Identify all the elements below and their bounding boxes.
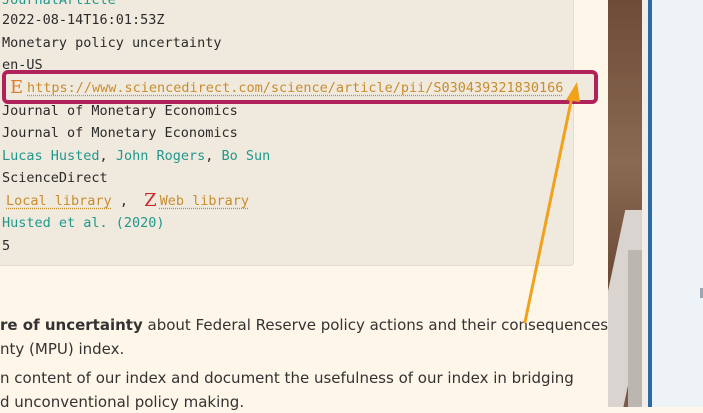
author-link[interactable]: John Rogers bbox=[116, 148, 205, 164]
journal-abbr: Journal of Monetary Economics bbox=[2, 125, 238, 141]
library-catalog: ScienceDirect bbox=[2, 170, 108, 186]
url-highlight-box: E https://www.sciencedirect.com/science/… bbox=[2, 70, 598, 104]
citation-link[interactable]: Husted et al. (2020) bbox=[2, 213, 165, 233]
zotero-z-icon: Z bbox=[144, 190, 157, 211]
publication: Journal of Monetary Economics bbox=[2, 103, 238, 119]
local-library-link[interactable]: Local library bbox=[6, 193, 112, 209]
authors: Lucas Husted, John Rogers, Bo Sun bbox=[2, 146, 270, 166]
author-link[interactable]: Lucas Husted bbox=[2, 148, 100, 164]
url-link[interactable]: https://www.sciencedirect.com/science/ar… bbox=[27, 79, 563, 97]
date-modified: 2022-08-14T16:01:53Z bbox=[2, 12, 165, 28]
count-value: 5 bbox=[2, 238, 11, 254]
author-separator: , bbox=[99, 148, 108, 164]
author-link[interactable]: Bo Sun bbox=[222, 148, 271, 164]
web-library-link[interactable]: Web library bbox=[160, 193, 249, 209]
body-bold-phrase: re of uncertainty bbox=[0, 316, 143, 334]
url-e-icon: E bbox=[10, 77, 24, 98]
body-line-3: n content of our index and document the … bbox=[0, 369, 574, 387]
item-title: Monetary policy uncertainty bbox=[2, 35, 222, 51]
library-separator: , bbox=[119, 193, 128, 209]
item-type-value: JournalArticle bbox=[2, 0, 116, 8]
body-line-4: d unconventional policy making. bbox=[0, 393, 245, 411]
body-line-1-rest: about Federal Reserve policy actions and… bbox=[142, 316, 613, 334]
library-links: Local library , Z Web library bbox=[2, 191, 249, 211]
side-panel bbox=[652, 0, 703, 407]
body-line-1: re of uncertainty about Federal Reserve … bbox=[0, 314, 613, 336]
item-type: JournalArticle bbox=[2, 0, 116, 10]
body-line-2: nty (MPU) index. bbox=[0, 340, 125, 358]
author-separator: , bbox=[205, 148, 214, 164]
